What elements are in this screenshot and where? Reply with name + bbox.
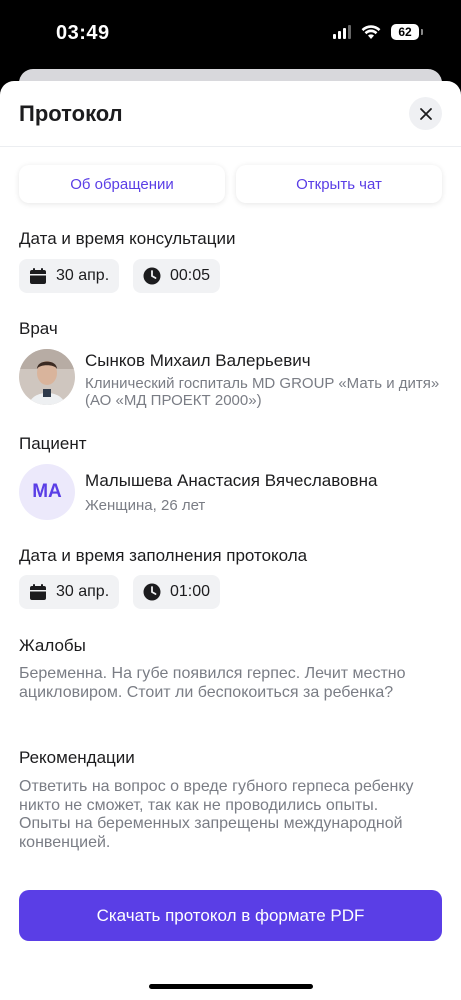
status-bar: 03:49 62: [0, 0, 461, 68]
recommendations-text: Ответить на вопрос о вреде губного герпе…: [19, 778, 414, 851]
status-time: 03:49: [56, 22, 110, 44]
consultation-title: Дата и время консультации: [19, 229, 236, 248]
protocol-fill-time-chip: 01:00: [133, 575, 221, 609]
recommendations-title: Рекомендации: [19, 748, 135, 767]
patient-name: Малышева Анастасия Вячеславовна: [85, 471, 378, 490]
doctor-name: Сынков Михаил Валерьевич: [85, 351, 311, 370]
protocol-sheet: Протокол Об обращении Открыть чат Дата и…: [0, 81, 461, 1000]
page-title: Протокол: [19, 101, 123, 126]
clock-icon: [143, 267, 161, 285]
complaints-text: Беременна. На губе появился герпес. Лечи…: [19, 665, 406, 701]
doctor-card: Сынков Михаил Валерьевич Клинический гос…: [19, 349, 442, 409]
cellular-signal-icon: [333, 25, 351, 39]
close-icon: [419, 107, 432, 120]
close-button[interactable]: [409, 97, 442, 130]
consultation-date-chip: 30 апр.: [19, 259, 120, 293]
calendar-icon: [30, 268, 46, 284]
protocol-fill-title: Дата и время заполнения протокола: [19, 546, 308, 565]
consultation-time-chip: 00:05: [133, 259, 221, 293]
battery-level: 62: [391, 24, 419, 40]
action-tabs: Об обращении Открыть чат: [19, 165, 442, 203]
clock-icon: [143, 583, 161, 601]
battery-icon: 62: [391, 24, 423, 40]
complaints-title: Жалобы: [19, 636, 86, 655]
protocol-fill-time: 01:00: [170, 583, 211, 600]
wifi-icon: [361, 24, 381, 39]
patient-avatar: МА: [19, 464, 75, 520]
doctor-avatar: [19, 349, 75, 405]
home-indicator[interactable]: [149, 984, 313, 989]
consultation-date: 30 апр.: [56, 267, 110, 284]
consultation-time: 00:05: [170, 267, 211, 284]
patient-title: Пациент: [19, 434, 87, 453]
doctor-clinic: Клинический госпиталь MD GROUP «Мать и д…: [85, 375, 440, 409]
protocol-fill-date-chip: 30 апр.: [19, 575, 120, 609]
tab-open-chat[interactable]: Открыть чат: [236, 165, 442, 203]
download-pdf-button[interactable]: Скачать протокол в формате PDF: [19, 890, 442, 941]
patient-card: МА Малышева Анастасия Вячеславовна Женщи…: [19, 464, 442, 520]
protocol-fill-date: 30 апр.: [56, 583, 110, 600]
sheet-header: Протокол: [0, 81, 461, 147]
patient-info: Женщина, 26 лет: [85, 497, 206, 514]
tab-about-request[interactable]: Об обращении: [19, 165, 225, 203]
calendar-icon: [30, 584, 46, 600]
doctor-title: Врач: [19, 319, 58, 338]
status-icons: 62: [333, 24, 423, 40]
